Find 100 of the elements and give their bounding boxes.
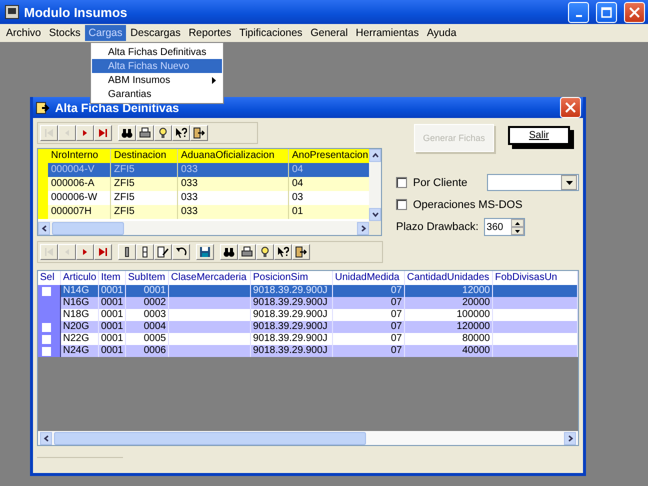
toolbar-button[interactable] bbox=[136, 125, 154, 141]
binoculars-icon bbox=[121, 127, 133, 139]
toolbar-button[interactable] bbox=[118, 244, 136, 260]
horizontal-scrollbar[interactable] bbox=[38, 431, 578, 445]
checkbox[interactable] bbox=[396, 177, 407, 188]
table-cell: 07 bbox=[333, 333, 405, 345]
checkbox-label: Por Cliente bbox=[413, 176, 468, 188]
horizontal-scrollbar[interactable] bbox=[38, 221, 369, 235]
close-button[interactable] bbox=[624, 2, 645, 22]
table-cell: 100000 bbox=[405, 309, 493, 321]
toolbar-button[interactable] bbox=[172, 125, 190, 141]
menu-item[interactable]: ABM Insumos bbox=[92, 73, 222, 87]
checkbox[interactable] bbox=[42, 334, 51, 344]
table-cell: 033 bbox=[178, 205, 289, 219]
chevron-right-icon bbox=[566, 434, 574, 442]
table-cell: 0006 bbox=[126, 345, 169, 357]
close-button[interactable] bbox=[560, 97, 581, 118]
scroll-down-button[interactable] bbox=[369, 208, 381, 221]
scroll-right-button[interactable] bbox=[564, 432, 576, 444]
menu-item[interactable]: Ayuda bbox=[422, 25, 460, 41]
chevron-left-icon bbox=[42, 434, 50, 442]
maximize-button[interactable] bbox=[596, 2, 617, 22]
column-header[interactable]: PosicionSim bbox=[251, 271, 333, 285]
binoculars-icon bbox=[223, 246, 235, 258]
toolbar-button[interactable] bbox=[256, 244, 274, 260]
table-cell: 9018.39.29.900J bbox=[251, 333, 333, 345]
table-cell: N24G bbox=[61, 345, 99, 357]
column-header[interactable]: AduanaOficializacion bbox=[178, 149, 289, 163]
column-header[interactable]: UnidadMedida bbox=[333, 271, 405, 285]
table-cell: 000004-V bbox=[48, 163, 111, 177]
table-cell: 033 bbox=[178, 163, 289, 177]
menu-item[interactable]: Herramientas bbox=[352, 25, 423, 41]
scroll-thumb[interactable] bbox=[54, 432, 366, 444]
table-cell: N18G bbox=[61, 309, 99, 321]
table-cell: 9018.39.29.900J bbox=[251, 309, 333, 321]
menu-item[interactable]: Descargas bbox=[126, 25, 185, 41]
table-cell: 9018.39.29.900J bbox=[251, 321, 333, 333]
toolbar-button[interactable] bbox=[220, 244, 238, 260]
toolbar-button[interactable] bbox=[172, 244, 190, 260]
toolbar-button[interactable] bbox=[118, 125, 136, 141]
checkbox[interactable] bbox=[42, 286, 51, 296]
vertical-scrollbar[interactable] bbox=[369, 149, 381, 221]
scroll-thumb[interactable] bbox=[52, 222, 124, 234]
table-cell: 0001 bbox=[99, 309, 126, 321]
column-header[interactable]: ClaseMercaderia bbox=[169, 271, 251, 285]
table-cell: ZFI5 bbox=[111, 177, 178, 191]
table-cell: 40000 bbox=[405, 345, 493, 357]
spin-down-button[interactable] bbox=[510, 227, 524, 235]
table-cell: 0003 bbox=[126, 309, 169, 321]
toolbar-button[interactable] bbox=[136, 244, 154, 260]
column-header[interactable]: NroInterno bbox=[48, 149, 111, 163]
menu-item[interactable]: Garantias bbox=[92, 87, 222, 101]
chevron-down-icon bbox=[372, 211, 378, 218]
toolbar-button[interactable] bbox=[154, 244, 172, 260]
edit-record-icon bbox=[157, 246, 169, 258]
menu-item[interactable]: Tipificaciones bbox=[235, 25, 306, 41]
minimize-button[interactable] bbox=[568, 2, 589, 22]
toolbar-button[interactable] bbox=[196, 244, 214, 260]
menu-item[interactable]: Reportes bbox=[184, 25, 236, 41]
toolbar-button[interactable] bbox=[94, 125, 112, 141]
spinner-field[interactable]: 360 bbox=[484, 218, 525, 236]
column-header[interactable]: Sel bbox=[38, 271, 61, 285]
toolbar-button[interactable] bbox=[238, 244, 256, 260]
lightbulb-icon bbox=[259, 246, 271, 258]
scroll-right-button[interactable] bbox=[357, 222, 369, 234]
menu-item[interactable]: General bbox=[306, 25, 352, 41]
checkbox[interactable] bbox=[42, 346, 51, 356]
help-pointer-icon bbox=[277, 246, 289, 258]
toolbar-button[interactable] bbox=[154, 125, 172, 141]
toolbar-button[interactable] bbox=[274, 244, 292, 260]
column-header[interactable]: CantidadUnidades bbox=[405, 271, 493, 285]
spin-up-button[interactable] bbox=[510, 219, 524, 227]
checkbox[interactable] bbox=[396, 199, 407, 210]
menu-item[interactable]: Cargas bbox=[84, 25, 126, 41]
toolbar-button[interactable] bbox=[292, 244, 310, 260]
checkbox-label: Operaciones MS-DOS bbox=[413, 198, 522, 210]
printer-icon bbox=[241, 246, 253, 258]
column-header[interactable]: SubItem bbox=[126, 271, 169, 285]
scroll-up-button[interactable] bbox=[369, 149, 381, 162]
toolbar-button[interactable] bbox=[76, 244, 94, 260]
menu-item[interactable]: Alta Fichas Nuevo bbox=[92, 59, 222, 73]
menu-item[interactable]: Archivo bbox=[2, 25, 46, 41]
column-header[interactable]: Item bbox=[99, 271, 126, 285]
chevron-right-icon bbox=[360, 224, 366, 232]
toolbar-button[interactable] bbox=[190, 125, 208, 141]
scroll-left-button[interactable] bbox=[38, 222, 50, 234]
scroll-left-button[interactable] bbox=[40, 432, 52, 444]
toolbar-button[interactable] bbox=[76, 125, 94, 141]
column-header[interactable]: Articulo bbox=[61, 271, 99, 285]
table-cell: ZFI5 bbox=[111, 163, 178, 177]
column-header[interactable]: Destinacion bbox=[111, 149, 178, 163]
menu-item[interactable]: Alta Fichas Definitivas bbox=[92, 45, 222, 59]
toolbar-button[interactable] bbox=[94, 244, 112, 260]
checkbox[interactable] bbox=[42, 322, 51, 332]
menu-item[interactable]: Stocks bbox=[45, 25, 85, 41]
dropdown-button[interactable] bbox=[561, 175, 577, 190]
column-header[interactable]: FobDivisasUn bbox=[493, 271, 578, 285]
maximize-icon bbox=[601, 6, 612, 18]
number-input[interactable]: 360 bbox=[484, 222, 511, 232]
column-header[interactable]: AnoPresentacion bbox=[289, 149, 369, 163]
